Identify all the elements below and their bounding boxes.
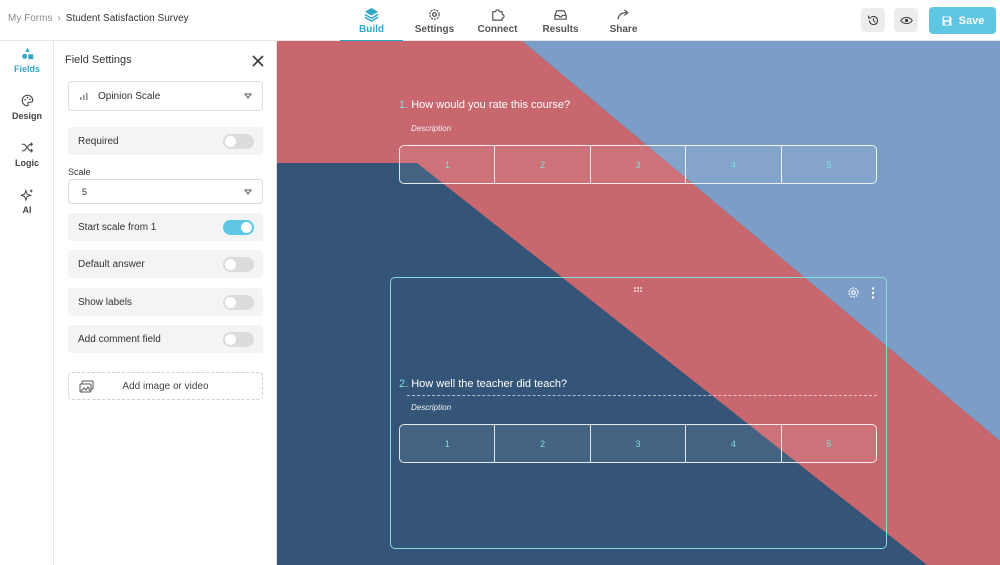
tab-share[interactable]: Share <box>592 0 655 41</box>
close-icon[interactable] <box>252 55 264 67</box>
gear-icon <box>429 8 440 20</box>
drag-handle-icon[interactable] <box>634 287 644 293</box>
question-2-description[interactable]: Description <box>411 403 451 412</box>
required-toggle[interactable] <box>223 134 254 149</box>
breadcrumb: My Forms › Student Satisfaction Survey <box>8 13 189 24</box>
question-2-number: 2. <box>399 378 409 390</box>
chevron-down-icon <box>244 93 252 99</box>
save-button-label: Save <box>958 14 985 27</box>
top-bar: My Forms › Student Satisfaction Survey B… <box>0 0 1000 42</box>
tab-connect[interactable]: Connect <box>466 0 529 41</box>
question-2-title[interactable]: 2. How well the teacher did teach? <box>399 378 567 390</box>
field-type-select[interactable]: Opinion Scale <box>68 81 263 111</box>
question-2-scale: 1 2 3 4 5 <box>399 424 877 463</box>
tab-results[interactable]: Results <box>529 0 592 41</box>
scale-option[interactable]: 4 <box>686 425 782 462</box>
scale-value: 5 <box>82 186 88 197</box>
add-media-label: Add image or video <box>122 380 209 392</box>
start-scale-toggle[interactable] <box>223 220 254 235</box>
default-answer-row: Default answer <box>68 250 263 278</box>
scale-option[interactable]: 3 <box>591 425 687 462</box>
rail-item-logic[interactable]: Logic <box>0 141 54 168</box>
history-icon <box>867 15 878 25</box>
left-rail: Fields Design Logic AI <box>0 41 54 565</box>
rail-item-fields-label: Fields <box>13 64 40 74</box>
question-1-description[interactable]: Description <box>411 124 451 133</box>
question-2-text: How well the teacher did teach? <box>411 378 568 390</box>
comment-field-toggle[interactable] <box>223 332 254 347</box>
breadcrumb-my-forms[interactable]: My Forms <box>8 13 52 24</box>
palette-icon <box>21 94 33 107</box>
layers-icon <box>364 7 379 22</box>
more-options-icon[interactable] <box>871 287 875 299</box>
shuffle-icon <box>21 142 33 153</box>
show-labels-row: Show labels <box>68 288 263 316</box>
tab-build[interactable]: Build <box>340 0 403 42</box>
form-canvas: 1. How would you rate this course? Descri… <box>277 41 1000 565</box>
tab-results-label: Results <box>542 23 579 35</box>
tab-settings[interactable]: Settings <box>403 0 466 41</box>
start-scale-row: Start scale from 1 <box>68 213 263 241</box>
question-1-number: 1. <box>399 99 409 111</box>
tab-connect-label: Connect <box>477 23 518 35</box>
selected-question-frame[interactable] <box>390 277 887 549</box>
question-1-scale: 1 2 3 4 5 <box>399 145 877 184</box>
scale-option[interactable]: 5 <box>782 425 876 462</box>
save-button[interactable]: Save <box>929 7 996 34</box>
field-type-value: Opinion Scale <box>98 90 161 102</box>
rail-item-design[interactable]: Design <box>0 94 54 121</box>
main-nav: Build Settings Connect Results Share <box>340 0 655 42</box>
rail-item-design-label: Design <box>11 111 42 121</box>
tab-build-label: Build <box>359 23 384 35</box>
share-arrow-icon <box>617 8 629 19</box>
inbox-icon <box>554 9 567 20</box>
rail-item-ai-label: AI <box>22 205 32 215</box>
bar-chart-icon <box>80 93 88 100</box>
required-row: Required <box>68 127 263 155</box>
scale-label: Scale <box>68 167 91 177</box>
shapes-icon <box>21 47 33 60</box>
tab-share-label: Share <box>609 23 638 35</box>
puzzle-icon <box>492 8 505 21</box>
rail-item-fields[interactable]: Fields <box>0 47 54 74</box>
scale-option[interactable]: 5 <box>782 146 876 183</box>
eye-icon <box>899 16 913 24</box>
scale-option[interactable]: 1 <box>400 425 496 462</box>
comment-field-label: Add comment field <box>78 333 161 345</box>
title-underline <box>407 395 877 396</box>
breadcrumb-separator: › <box>57 13 61 24</box>
start-scale-label: Start scale from 1 <box>78 221 157 233</box>
default-answer-label: Default answer <box>78 258 145 270</box>
default-answer-toggle[interactable] <box>223 257 254 272</box>
gear-icon[interactable] <box>847 286 860 299</box>
scale-option[interactable]: 2 <box>495 425 591 462</box>
scale-option[interactable]: 3 <box>591 146 687 183</box>
tab-settings-label: Settings <box>414 23 455 35</box>
sparkle-icon <box>20 188 33 201</box>
chevron-down-icon <box>244 189 252 195</box>
rail-item-ai[interactable]: AI <box>0 188 54 215</box>
scale-select[interactable]: 5 <box>68 179 263 204</box>
history-button[interactable] <box>861 8 885 32</box>
scale-option[interactable]: 4 <box>686 146 782 183</box>
add-media-button[interactable]: Add image or video <box>68 372 263 400</box>
image-icon <box>79 380 94 393</box>
rail-item-logic-label: Logic <box>15 158 39 168</box>
field-settings-panel: Field Settings Opinion Scale Required Sc… <box>54 41 277 565</box>
scale-option[interactable]: 2 <box>495 146 591 183</box>
scale-option[interactable]: 1 <box>400 146 496 183</box>
show-labels-label: Show labels <box>78 296 132 308</box>
required-label: Required <box>78 135 119 147</box>
question-1-text: How would you rate this course? <box>411 99 571 111</box>
breadcrumb-form-title: Student Satisfaction Survey <box>65 13 189 24</box>
show-labels-toggle[interactable] <box>223 295 254 310</box>
floppy-disk-icon <box>942 16 952 25</box>
question-1-title[interactable]: 1. How would you rate this course? <box>399 99 570 111</box>
comment-field-row: Add comment field <box>68 325 263 353</box>
panel-title: Field Settings <box>65 54 132 66</box>
preview-button[interactable] <box>894 8 918 32</box>
